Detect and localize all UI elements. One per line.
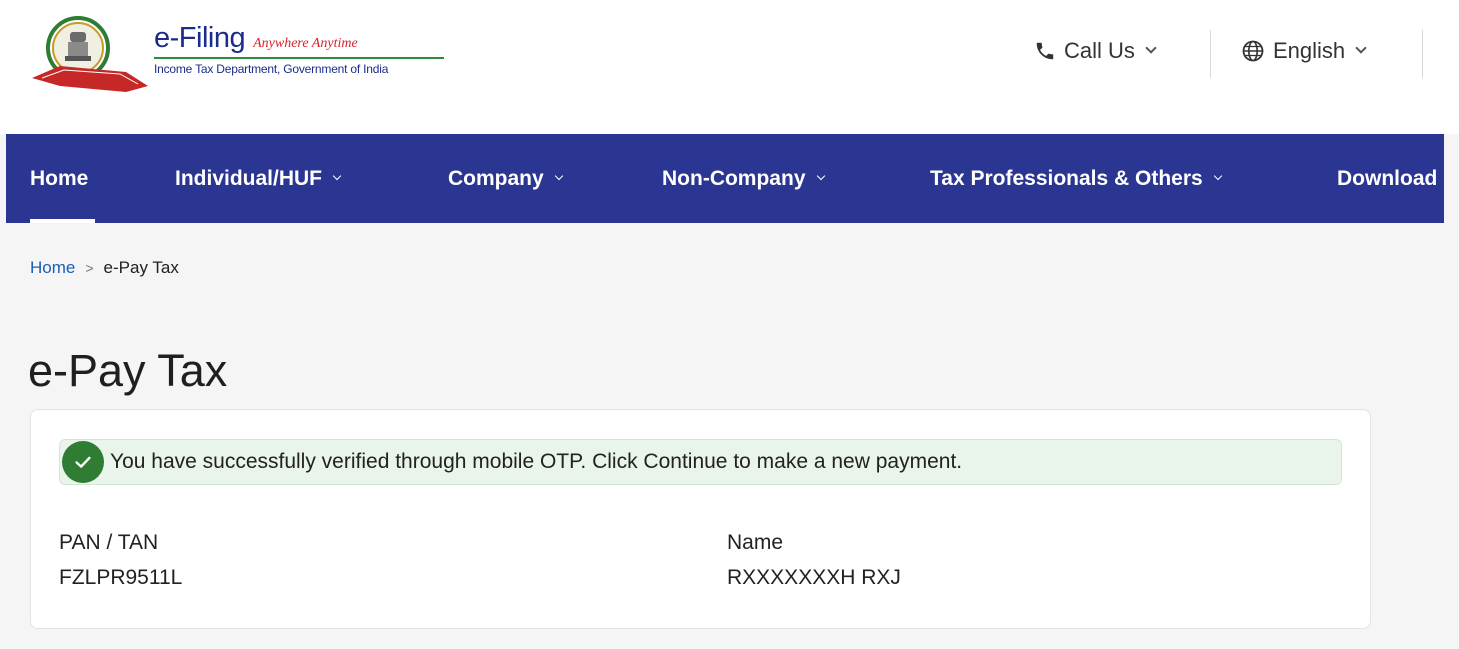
nav-item-non-company[interactable]: Non-Company [662,134,825,223]
success-alert: You have successfully verified through m… [59,439,1342,485]
language-dropdown[interactable]: English [1241,38,1367,64]
breadcrumb-current: e-Pay Tax [103,258,179,277]
breadcrumb-home-link[interactable]: Home [30,258,75,278]
nav-item-home[interactable]: Home [30,134,96,223]
name-label: Name [727,531,784,554]
phone-icon [1036,42,1054,60]
chevron-down-icon [554,171,563,180]
header-divider [1422,30,1423,78]
call-us-label: Call Us [1064,38,1135,63]
nav-item-label: Company [448,166,544,190]
pan-tan-label: PAN / TAN [59,531,159,554]
brand-name: e-Filing [154,22,246,54]
nav-item-label: Download [1337,166,1438,190]
chevron-down-icon [332,171,342,180]
chevron-down-icon [1213,171,1222,180]
nav-item-label: Individual/HUF [175,166,322,190]
brand-divider [154,57,444,59]
name-value: RXXXXXXXH RXJ [727,566,901,589]
chevron-right-icon: > [85,260,94,276]
top-header: e-Filing Anywhere Anytime Income Tax Dep… [0,0,1459,134]
nav-item-label: Non-Company [662,166,806,190]
payment-details-card: You have successfully verified through m… [30,409,1371,629]
pan-tan-field: PAN / TAN FZLPR9511L [59,532,182,588]
pan-tan-value: FZLPR9511L [59,566,183,589]
globe-icon [1242,40,1264,62]
header-divider [1210,30,1211,78]
nav-item-label: Tax Professionals & Others [930,166,1203,190]
name-field: Name RXXXXXXXH RXJ [727,532,901,588]
nav-item-downloads[interactable]: Download [1337,134,1437,223]
chevron-down-icon [816,171,825,180]
call-us-dropdown[interactable]: Call Us [1034,38,1157,64]
nav-item-company[interactable]: Company [448,134,563,223]
check-circle-icon [62,441,104,483]
nav-item-label: Home [30,166,89,190]
language-label: English [1273,38,1346,63]
breadcrumb: Home > e-Pay Tax [30,258,179,278]
income-tax-emblem-icon [32,16,148,92]
page-title: e-Pay Tax [28,345,228,396]
chevron-down-icon [1355,42,1367,54]
nav-item-individual-huf[interactable]: Individual/HUF [175,134,342,223]
chevron-down-icon [1145,42,1157,54]
nav-item-tax-professionals[interactable]: Tax Professionals & Others [930,134,1222,223]
brand-tagline: Anywhere Anytime [253,36,358,51]
main-navigation: Home Individual/HUF Company Non-Company … [6,134,1444,223]
success-message: You have successfully verified through m… [110,450,963,473]
brand-subtitle: Income Tax Department, Government of Ind… [154,62,389,76]
efiling-logo[interactable]: e-Filing Anywhere Anytime Income Tax Dep… [30,12,450,94]
